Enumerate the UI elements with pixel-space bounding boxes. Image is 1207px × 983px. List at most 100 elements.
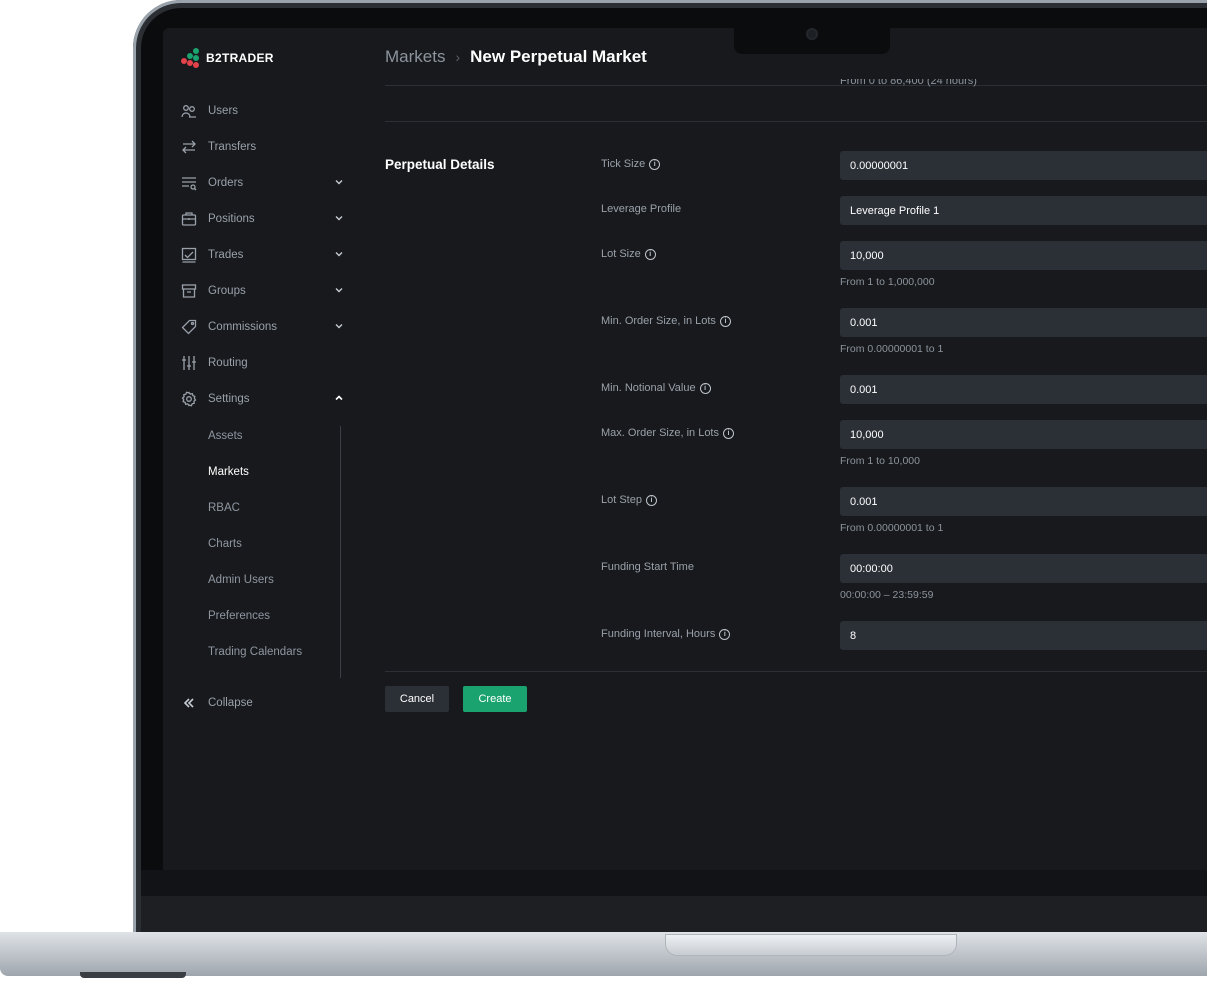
max-order-size-label: Max. Order Size, in Lots i bbox=[601, 427, 734, 439]
bottom-bezel bbox=[141, 870, 1207, 934]
footer-divider bbox=[385, 671, 1207, 672]
app-screen: B2TRADER Users Transfers Orders Position… bbox=[163, 28, 1207, 870]
camera-icon bbox=[806, 28, 818, 40]
field-label-text: Funding Interval, Hours bbox=[601, 628, 716, 640]
min-order-size-hint: From 0.00000001 to 1 bbox=[840, 343, 944, 355]
info-icon[interactable]: i bbox=[719, 628, 731, 640]
funding-start-time-label: Funding Start Time bbox=[601, 561, 694, 573]
sidebar-item-users[interactable]: Users bbox=[180, 100, 350, 122]
field-value: 0.001 bbox=[850, 383, 878, 396]
field-label-text: Funding Start Time bbox=[601, 561, 694, 573]
field-label-text: Lot Size bbox=[601, 248, 641, 260]
sidebar-subitem-markets[interactable]: Markets bbox=[208, 462, 249, 482]
camera-notch bbox=[734, 28, 890, 54]
info-icon[interactable]: i bbox=[719, 315, 731, 327]
sidebar-subitem-trading-calendars[interactable]: Trading Calendars bbox=[208, 642, 302, 662]
sidebar-item-label: Routing bbox=[208, 357, 248, 369]
lot-size-label: Lot Size i bbox=[601, 248, 656, 260]
chevron-down-icon bbox=[334, 321, 344, 334]
sidebar-item-trades[interactable]: Trades bbox=[180, 244, 350, 266]
chevron-down-icon bbox=[334, 285, 344, 298]
min-order-size-input[interactable]: 0.001 ✕ bbox=[840, 308, 1207, 337]
sliders-icon bbox=[180, 354, 198, 372]
create-button[interactable]: Create bbox=[463, 686, 527, 712]
tick-size-label: Tick Size i bbox=[601, 158, 661, 170]
field-label-text: Min. Order Size, in Lots bbox=[601, 315, 716, 327]
transfer-arrows-icon bbox=[180, 138, 198, 156]
field-value: 8 bbox=[850, 629, 857, 642]
funding-start-time-input[interactable]: 00:00:00 ✕ bbox=[840, 554, 1207, 583]
sidebar-item-orders[interactable]: Orders bbox=[180, 172, 350, 194]
chart-check-icon bbox=[180, 246, 198, 264]
sidebar: B2TRADER Users Transfers Orders Position… bbox=[163, 28, 368, 870]
double-chevron-left-icon bbox=[180, 694, 198, 712]
sidebar-item-commissions[interactable]: Commissions bbox=[180, 316, 350, 338]
sidebar-item-label: Settings bbox=[208, 393, 250, 405]
lot-size-hint: From 1 to 1,000,000 bbox=[840, 276, 935, 288]
submenu-rail bbox=[340, 426, 341, 678]
tag-icon bbox=[180, 318, 198, 336]
sidebar-item-label: Orders bbox=[208, 177, 244, 189]
field-label-text: Lot Step bbox=[601, 494, 642, 506]
sidebar-subitem-admin-users[interactable]: Admin Users bbox=[208, 570, 274, 590]
sidebar-item-settings[interactable]: Settings bbox=[180, 388, 350, 410]
section-divider bbox=[385, 121, 1207, 122]
field-value: 00:00:00 bbox=[850, 562, 893, 575]
info-icon[interactable]: i bbox=[699, 382, 711, 394]
lot-step-hint: From 0.00000001 to 1 bbox=[840, 522, 944, 534]
lot-step-label: Lot Step i bbox=[601, 494, 657, 506]
lot-step-input[interactable]: 0.001 ✕ bbox=[840, 487, 1207, 516]
info-icon[interactable]: i bbox=[645, 494, 657, 506]
funding-start-time-hint: 00:00:00 – 23:59:59 bbox=[840, 589, 934, 601]
app-name: B2TRADER bbox=[206, 51, 274, 65]
info-icon[interactable]: i bbox=[649, 158, 661, 170]
lot-size-input[interactable]: 10,000 ✕ bbox=[840, 241, 1207, 270]
laptop-base bbox=[0, 932, 1207, 976]
chevron-down-icon bbox=[334, 177, 344, 190]
field-value: 10,000 bbox=[850, 428, 884, 441]
breadcrumb-separator: › bbox=[455, 49, 461, 65]
sidebar-subitem-preferences[interactable]: Preferences bbox=[208, 606, 270, 626]
app-logo[interactable]: B2TRADER bbox=[180, 48, 274, 68]
info-icon[interactable]: i bbox=[723, 427, 734, 439]
tick-size-input[interactable]: 0.00000001 ✕ bbox=[840, 151, 1207, 180]
sidebar-item-transfers[interactable]: Transfers bbox=[180, 136, 350, 158]
scrolled-hint-text: From 0 to 86,400 (24 hours) bbox=[840, 79, 977, 87]
collapse-label: Collapse bbox=[208, 697, 253, 709]
sidebar-item-groups[interactable]: Groups bbox=[180, 280, 350, 302]
users-icon bbox=[180, 102, 198, 120]
min-notional-value-input[interactable]: 0.001 ✕ bbox=[840, 375, 1207, 404]
sidebar-item-label: Transfers bbox=[208, 141, 257, 153]
sidebar-subitem-charts[interactable]: Charts bbox=[208, 534, 242, 554]
sidebar-item-label: Positions bbox=[208, 213, 255, 225]
laptop-foot bbox=[80, 972, 186, 978]
breadcrumb-markets-link[interactable]: Markets bbox=[385, 47, 445, 67]
field-label-text: Min. Notional Value bbox=[601, 382, 696, 394]
sidebar-item-routing[interactable]: Routing bbox=[180, 352, 350, 374]
archive-box-icon bbox=[180, 282, 198, 300]
chevron-down-icon bbox=[334, 213, 344, 226]
funding-interval-select[interactable]: 8 ✕ bbox=[840, 621, 1207, 650]
leverage-profile-select[interactable]: Leverage Profile 1 ✕ bbox=[840, 196, 1207, 225]
sidebar-item-positions[interactable]: Positions bbox=[180, 208, 350, 230]
gear-icon bbox=[180, 390, 198, 408]
page-title: New Perpetual Market bbox=[470, 47, 647, 66]
sidebar-item-label: Trades bbox=[208, 249, 244, 261]
min-order-size-label: Min. Order Size, in Lots i bbox=[601, 315, 731, 327]
funding-interval-label: Funding Interval, Hours i bbox=[601, 628, 731, 640]
sidebar-subitem-rbac[interactable]: RBAC bbox=[208, 498, 240, 518]
cancel-button[interactable]: Cancel bbox=[385, 686, 449, 712]
field-label-text: Leverage Profile bbox=[601, 203, 682, 215]
sidebar-subitem-assets[interactable]: Assets bbox=[208, 426, 243, 446]
logo-icon bbox=[180, 48, 200, 68]
chevron-down-icon bbox=[334, 249, 344, 262]
header-divider bbox=[385, 85, 1207, 86]
collapse-button[interactable]: Collapse bbox=[180, 692, 350, 714]
max-order-size-input[interactable]: 10,000 ✕ bbox=[840, 420, 1207, 449]
laptop-hinge bbox=[665, 934, 957, 956]
breadcrumb: Markets › New Perpetual Market bbox=[385, 47, 647, 67]
leverage-profile-label: Leverage Profile bbox=[601, 203, 681, 215]
max-order-size-hint: From 1 to 10,000 bbox=[840, 455, 920, 467]
briefcase-icon bbox=[180, 210, 198, 228]
info-icon[interactable]: i bbox=[644, 248, 656, 260]
